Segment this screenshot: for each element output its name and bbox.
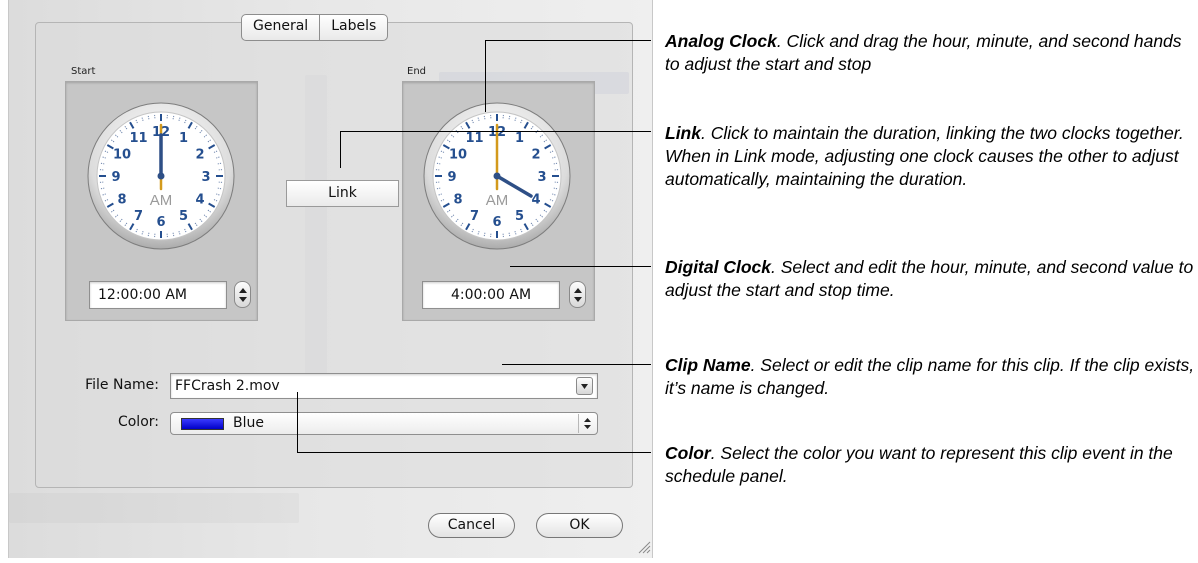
color-swatch [181,418,224,430]
clock-numeral: 9 [111,170,120,185]
callout-line [297,452,651,453]
tab-general[interactable]: General [242,15,319,40]
clock-numeral: 7 [470,209,479,224]
clock-numeral: 4 [531,193,540,208]
annotation-text: . Select the color you want to represent… [665,443,1173,486]
popup-arrows-icon [578,414,596,433]
resize-grip-icon[interactable] [637,540,651,554]
annotation-title: Color [665,443,711,463]
callout-line [297,392,298,452]
color-value: Blue [233,415,264,431]
link-button[interactable]: Link [286,180,399,207]
clock-numeral: 11 [465,131,483,146]
callout-line [510,266,651,267]
clock-numeral: 2 [195,148,204,163]
cancel-button[interactable]: Cancel [428,513,515,538]
start-analog-clock[interactable]: 123456789101112 AM [86,101,236,251]
clock-numeral: 9 [447,170,456,185]
chevron-down-icon [581,384,588,389]
annotation-title: Digital Clock [665,257,771,277]
clock-numeral: 8 [454,193,463,208]
background-ghost [9,493,299,523]
annotation-link: Link. Click to maintain the duration, li… [665,122,1198,191]
callout-line [340,131,341,168]
callout-line [502,364,651,365]
annotation-color: Color. Select the color you want to repr… [665,442,1198,488]
start-time-stepper[interactable] [234,281,251,308]
end-time-stepper[interactable] [569,281,586,308]
clock-numeral: 7 [134,209,143,224]
callout-line [485,40,651,41]
clock-numeral: 5 [179,209,188,224]
start-ampm-label: AM [150,192,173,209]
color-popup-button[interactable]: Blue [170,412,598,435]
clock-numeral: 10 [449,148,467,163]
clock-numeral: 6 [156,215,165,230]
annotation-title: Clip Name [665,355,751,375]
clip-settings-dialog: General Labels Start 123456789101112 AM … [8,0,653,558]
tab-labels[interactable]: Labels [319,15,387,40]
stepper-arrows-icon [574,288,582,302]
callout-line [485,40,486,112]
clock-numeral: 5 [515,209,524,224]
clock-numeral: 1 [515,131,524,146]
file-name-value: FFCrash 2.mov [175,378,280,394]
clock-numeral: 11 [129,131,147,146]
stepper-arrows-icon [239,288,247,302]
ok-button[interactable]: OK [536,513,623,538]
file-name-field[interactable]: FFCrash 2.mov [170,373,598,399]
clock-numeral: 3 [201,170,210,185]
annotation-title: Analog Clock [665,31,777,51]
clock-numeral: 1 [179,131,188,146]
end-label: End [407,66,427,77]
clock-numeral: 2 [531,148,540,163]
annotation-title: Link [665,123,701,143]
annotation-analog-clock: Analog Clock. Click and drag the hour, m… [665,30,1198,76]
color-label: Color: [117,414,159,430]
clock-numeral: 8 [118,193,127,208]
start-time-field[interactable]: 12:00:00 AM [89,281,227,309]
callout-line [340,131,651,132]
clock-numeral: 6 [492,215,501,230]
end-clock-pivot [493,172,501,180]
start-label: Start [71,66,96,77]
file-name-dropdown-button[interactable] [576,377,593,395]
file-name-label: File Name: [85,377,159,393]
annotation-clip-name: Clip Name. Select or edit the clip name … [665,354,1198,400]
start-clock-pivot [157,172,165,180]
tab-segmented-control: General Labels [241,14,389,41]
clock-numeral: 3 [537,170,546,185]
clock-numeral: 10 [113,148,131,163]
end-ampm-label: AM [486,192,509,209]
end-time-field[interactable]: 4:00:00 AM [422,281,560,309]
annotation-digital-clock: Digital Clock. Select and edit the hour,… [665,256,1198,302]
annotation-text: . Click to maintain the duration, linkin… [665,123,1184,189]
clock-numeral: 4 [195,193,204,208]
end-analog-clock[interactable]: 123456789101112 AM [422,101,572,251]
